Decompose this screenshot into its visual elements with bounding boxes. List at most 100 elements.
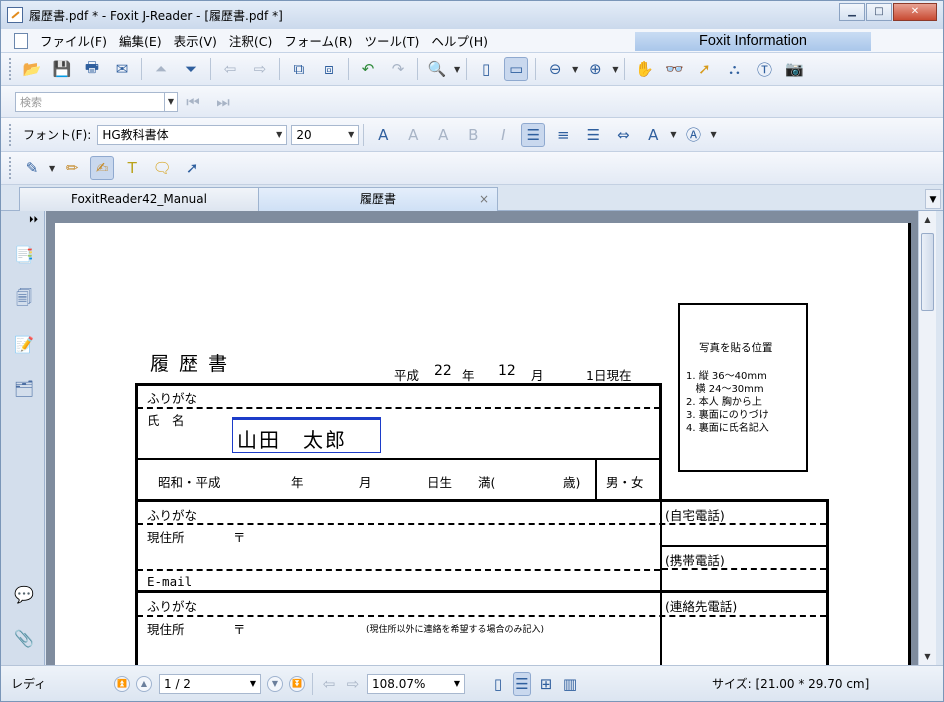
menu-file[interactable]: ファイル(F) [34,31,113,50]
extract-page-icon[interactable]: ⧉ [287,57,311,81]
maximize-button[interactable]: □ [866,3,892,21]
toolbar-grip[interactable] [9,123,12,146]
align-right-icon[interactable]: ☰ [581,123,605,147]
prev-page-icon[interactable]: ▲ [136,675,152,692]
vertical-text-dropdown-arrow[interactable]: ▼ [710,130,716,139]
textbox-icon[interactable]: T [120,156,144,180]
search-previous-icon[interactable]: ⏮ [181,90,205,114]
date-month[interactable]: 12 [498,363,516,379]
scroll-up-icon[interactable]: ▲ [919,211,936,228]
save-icon[interactable]: 💾 [50,57,74,81]
continuous-facing-icon[interactable]: ▥ [561,672,579,696]
name-input[interactable]: 山田 太郎 [232,417,381,453]
zoom-out-icon[interactable]: ⊖ [543,57,567,81]
annotations-icon[interactable]: 📝 [13,331,35,357]
align-left-icon[interactable]: ☰ [521,122,546,147]
vertical-text-icon[interactable]: Ⓐ [681,123,705,147]
tab-list-dropdown[interactable]: ▼ [925,189,941,209]
single-page-icon[interactable]: ▯ [489,672,507,696]
font-size-select[interactable]: 20 ▼ [291,124,360,145]
last-page-icon[interactable]: ⏬ [289,675,305,692]
zoom-level-input[interactable]: 108.07% ▼ [367,673,465,694]
pencil-icon[interactable]: ✏ [60,156,84,180]
expand-panel-icon[interactable]: ⏵⏵ [29,215,38,225]
open-folder-icon[interactable]: 📂 [20,57,44,81]
date-day[interactable]: 1日現在 [586,365,631,384]
scroll-down-icon[interactable]: ▼ [919,648,936,665]
toolbar-grip[interactable] [9,58,12,80]
bookmarks-icon[interactable]: 📑 [13,241,35,267]
font-outline-icon[interactable]: A [401,123,425,147]
menu-comment[interactable]: 注釈(C) [223,31,278,50]
first-page-icon[interactable]: ⏫ [114,675,130,692]
back-icon[interactable]: ⇦ [218,57,242,81]
continuous-page-icon[interactable]: ☰ [513,671,531,696]
zoom-out-dropdown-arrow[interactable]: ▼ [572,65,578,74]
forward-icon[interactable]: ⇨ [248,57,272,81]
arrow-tool-icon[interactable]: ➚ [180,156,204,180]
vertical-scrollbar[interactable]: ▲ ▼ [918,211,936,665]
page-number-input[interactable]: 1 / 2 ▼ [159,673,261,694]
menu-edit[interactable]: 編集(E) [113,31,168,50]
zoom-in-dropdown-arrow[interactable]: ▼ [612,65,618,74]
next-page-status-icon[interactable]: ▼ [267,675,283,692]
typewriter-icon[interactable]: ✍ [90,156,115,180]
tab-resume[interactable]: 履歴書 × [258,187,498,211]
previous-page-icon[interactable]: ⏶ [149,57,173,81]
document-menu-icon[interactable] [14,32,28,49]
tab-foxitreader-manual[interactable]: FoxitReader42_Manual [19,187,259,211]
callout-icon[interactable]: 🗨 [150,156,174,180]
redo-icon[interactable]: ↷ [386,57,410,81]
insert-page-icon[interactable]: ⧈ [317,57,341,81]
hand-tool-icon[interactable]: ✋ [632,57,656,81]
fit-width-icon[interactable]: ▭ [504,57,529,81]
note-dropdown-arrow[interactable]: ▼ [49,164,55,173]
foxit-information-banner[interactable]: Foxit Information [635,32,871,51]
next-page-icon[interactable]: ⏷ [179,57,203,81]
search-input[interactable]: 検索 [15,91,165,112]
font-color-icon[interactable]: A [371,123,395,147]
bold-icon[interactable]: B [461,123,485,147]
font-select[interactable]: HG教科書体 ▼ [97,124,288,145]
comments-icon[interactable]: 💬 [13,581,35,607]
character-scale-icon[interactable]: A [641,123,665,147]
zoom-icon[interactable]: 🔍 [425,57,449,81]
status-forward-icon[interactable]: ⇨ [344,672,362,696]
search-next-icon[interactable]: ⏭ [211,90,235,114]
character-scale-dropdown-arrow[interactable]: ▼ [670,130,676,139]
menu-help[interactable]: ヘルプ(H) [425,31,494,50]
menu-form[interactable]: フォーム(R) [278,31,358,50]
zoom-dropdown-arrow[interactable]: ▼ [454,65,460,74]
fit-page-icon[interactable]: ▯ [474,57,498,81]
minimize-button[interactable]: ▁ [839,3,865,21]
select-arrow-icon[interactable]: ➚ [692,57,716,81]
font-normal-icon[interactable]: A [431,123,455,147]
select-text-icon[interactable]: Ⓣ [752,57,776,81]
search-dropdown[interactable]: ▼ [165,91,178,112]
pages-thumbnails-icon[interactable]: 🗐 [13,287,35,313]
note-pen-icon[interactable]: ✎ [20,156,44,180]
layers-icon[interactable]: 🗂 [13,375,35,401]
menu-view[interactable]: 表示(V) [168,31,223,50]
status-back-icon[interactable]: ⇦ [320,672,338,696]
undo-icon[interactable]: ↶ [356,57,380,81]
facing-page-icon[interactable]: ⊞ [537,672,555,696]
snapshot-camera-icon[interactable]: 📷 [782,57,806,81]
email-icon[interactable]: ✉ [110,57,134,81]
document-view[interactable]: 履 歴 書 平成 22 年 12 月 1日現在 写真を貼る位置 1. 縦 36～… [46,211,918,665]
zoom-in-icon[interactable]: ⊕ [583,57,607,81]
attachments-icon[interactable]: 📎 [13,625,35,651]
menu-tools[interactable]: ツール(T) [358,31,425,50]
typewriter-glasses-icon[interactable]: 👓 [662,57,686,81]
find-binoculars-icon[interactable]: ⛬ [722,57,746,81]
toolbar-grip[interactable] [9,157,12,179]
menu-bar: ファイル(F) 編集(E) 表示(V) 注釈(C) フォーム(R) ツール(T)… [1,29,943,53]
scroll-thumb[interactable] [921,233,934,311]
date-year[interactable]: 22 [434,363,452,379]
print-icon[interactable]: 🖶 [80,57,104,81]
align-center-icon[interactable]: ≡ [551,123,575,147]
close-button[interactable]: ✕ [893,3,937,21]
italic-icon[interactable]: I [491,123,515,147]
tab-close-icon[interactable]: × [479,188,489,210]
text-spacing-icon[interactable]: ⇔ [611,123,635,147]
